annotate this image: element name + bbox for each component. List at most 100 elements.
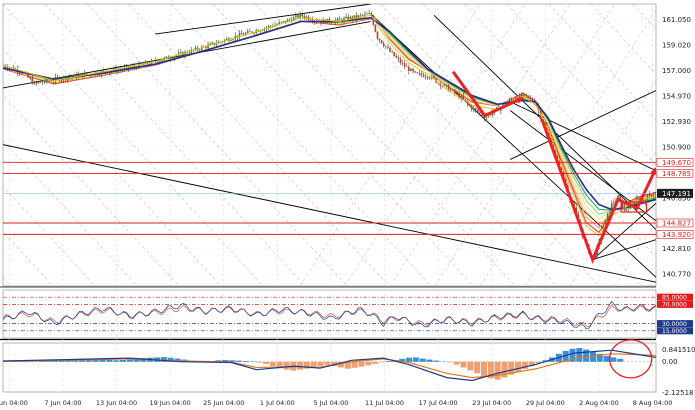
- macd-histogram-bar: [583, 349, 590, 362]
- ribbon-line: [3, 17, 656, 211]
- candle-body: [638, 198, 640, 200]
- macd-histogram-bar: [365, 361, 372, 366]
- candle-body: [613, 202, 615, 204]
- candle-body: [345, 16, 347, 19]
- macd-histogram-bar: [576, 348, 583, 362]
- candle-body: [31, 78, 34, 84]
- candle-body: [374, 24, 377, 32]
- macd-histogram-bar: [460, 361, 467, 368]
- x-tick-label: 29 Jul 04:00: [526, 399, 565, 407]
- macd-histogram-bar: [610, 357, 617, 362]
- candle-body: [44, 79, 46, 83]
- candle-body: [188, 53, 191, 54]
- candle-body: [523, 93, 525, 97]
- y-tick-label: 152.930: [662, 118, 691, 126]
- macd-histogram-bar: [235, 360, 242, 362]
- candle-body: [152, 60, 155, 62]
- candle-body: [424, 76, 427, 78]
- candle-body: [50, 80, 52, 82]
- macd-histogram-bar: [126, 359, 133, 362]
- ribbon-line: [3, 17, 656, 211]
- level-label: 149.670: [662, 159, 691, 167]
- y-tick-label: 142.810: [662, 245, 691, 253]
- candle-body: [477, 109, 479, 112]
- level-label: 144.827: [662, 219, 691, 227]
- candle-body: [378, 38, 381, 41]
- candle-body: [309, 19, 312, 21]
- macd-histogram-bar: [310, 361, 317, 368]
- candle-body: [608, 211, 611, 214]
- macd-histogram-bar: [494, 361, 501, 380]
- candle-body: [366, 13, 368, 15]
- candle-body: [395, 56, 398, 58]
- fast-moving-average: [3, 14, 656, 237]
- candle-body: [382, 43, 385, 47]
- macd-histogram-bar: [515, 361, 522, 372]
- macd-histogram-bar: [269, 361, 276, 367]
- candle-body: [180, 52, 182, 53]
- y-tick-label: 157.000: [662, 67, 691, 75]
- candle-body: [79, 73, 82, 75]
- main-plot-area: [3, 4, 656, 286]
- macd-histogram-bar: [283, 361, 290, 370]
- candle-body: [303, 16, 306, 18]
- macd-histogram-bar: [412, 357, 419, 362]
- candle-body: [288, 19, 291, 21]
- candle-body: [282, 21, 285, 23]
- trend-line: [592, 239, 656, 261]
- macd-histogram-bar: [317, 361, 324, 367]
- candle-body: [399, 58, 402, 63]
- macd-histogram-bar: [351, 361, 358, 368]
- candle-body: [37, 82, 40, 84]
- macd-histogram-bar: [385, 361, 392, 362]
- macd-histogram-bar: [256, 361, 263, 363]
- gann-line: [3, 94, 180, 286]
- gann-line: [254, 4, 516, 286]
- candle-body: [445, 84, 448, 86]
- gann-line: [3, 4, 264, 286]
- candle-body: [246, 30, 249, 33]
- macd-histogram-bar: [242, 361, 249, 362]
- candle-body: [625, 209, 628, 211]
- candle-body: [364, 14, 366, 16]
- trend-line: [370, 13, 656, 278]
- candle-body: [355, 15, 358, 18]
- candle-body: [56, 76, 59, 78]
- candle-body: [443, 84, 446, 86]
- candle-body: [240, 33, 243, 35]
- slow-moving-average: [3, 16, 656, 211]
- candle-body: [397, 57, 400, 59]
- candle-body: [405, 66, 408, 68]
- x-tick-label: 8 Aug 04:00: [633, 399, 673, 407]
- x-tick-label: 5 Jul 04:00: [314, 399, 349, 407]
- macd-tick-label: -2.12518: [662, 389, 693, 397]
- gann-line: [344, 4, 526, 286]
- candle-body: [48, 80, 50, 82]
- macd-histogram-bar: [419, 358, 426, 362]
- candle-body: [249, 30, 251, 32]
- gann-line: [3, 231, 54, 286]
- candle-body: [470, 105, 473, 110]
- candle-body: [512, 99, 515, 101]
- candle-body: [403, 63, 406, 67]
- gann-line: [464, 4, 656, 212]
- candle-body: [648, 194, 651, 196]
- candle-body: [462, 96, 465, 100]
- candle-body: [527, 95, 529, 98]
- ribbon-line: [3, 16, 656, 229]
- x-tick-label: 25 Jun 04:00: [203, 399, 244, 407]
- candle-body: [380, 40, 383, 44]
- macd-panel-frame: [2, 342, 657, 393]
- candle-body: [359, 15, 362, 16]
- x-tick-label: 17 Jul 04:00: [419, 399, 458, 407]
- candle-body: [475, 108, 477, 110]
- oscillator-level-label: 15.0000: [662, 328, 687, 335]
- candle-body: [376, 31, 379, 39]
- candle-body: [198, 49, 201, 51]
- candle-body: [510, 99, 513, 101]
- candle-body: [29, 77, 31, 79]
- macd-histogram-bar: [433, 360, 440, 362]
- candle-body: [525, 93, 527, 96]
- macd-histogram-bar: [603, 355, 610, 362]
- candle-body: [85, 73, 88, 75]
